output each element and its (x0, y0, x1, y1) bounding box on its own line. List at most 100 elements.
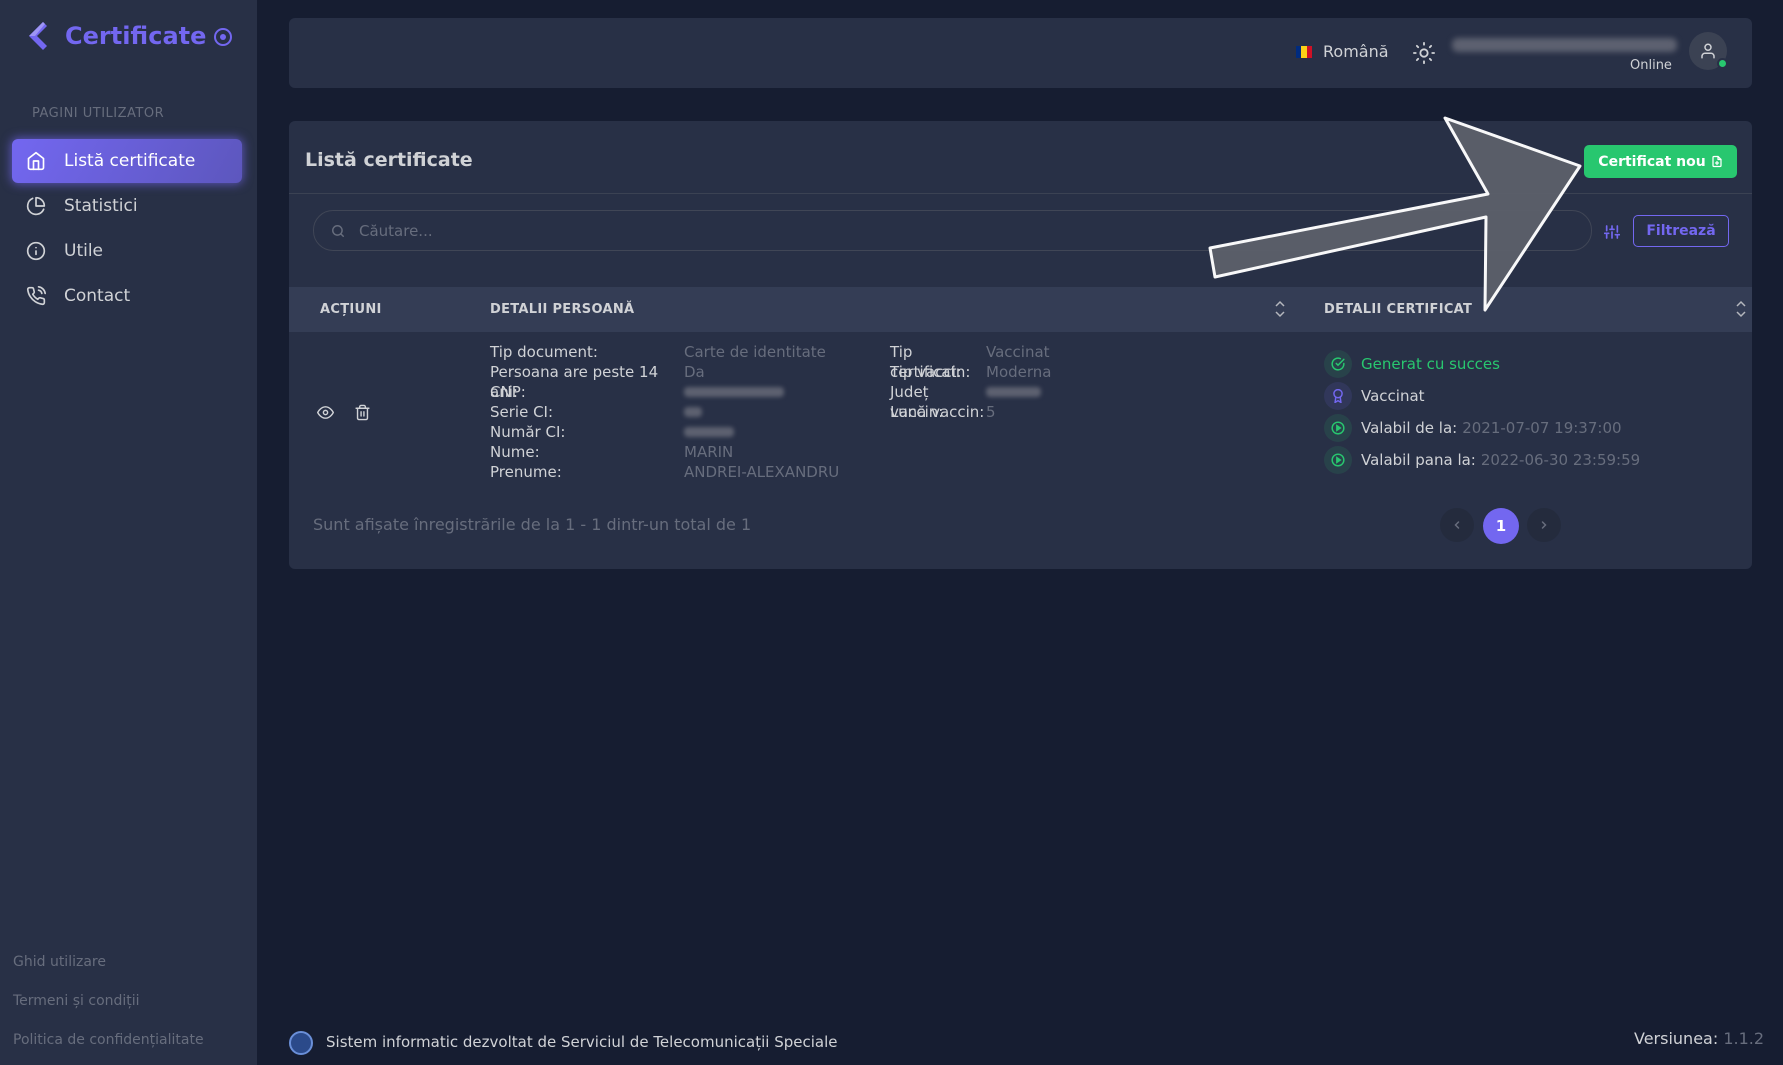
detail-label: CNP: (490, 383, 526, 401)
person-detail-row: Prenume: ANDREI-ALEXANDRU (490, 462, 839, 482)
annotation-arrow-icon (1208, 116, 1582, 312)
language-label: Română (1323, 42, 1389, 61)
person-detail-row: Serie CI: (490, 402, 839, 422)
sidebar-collapse-toggle-icon[interactable] (214, 28, 232, 46)
info-icon (26, 241, 46, 261)
chevron-left-icon (1454, 521, 1460, 529)
view-button[interactable] (316, 404, 335, 425)
sidebar-item-statistici[interactable]: Statistici (12, 184, 242, 228)
detail-value: Vaccinat (986, 343, 1050, 361)
status-generated: Generat cu succes (1324, 350, 1500, 378)
sts-logo-icon (289, 1031, 313, 1055)
number-redacted (684, 427, 734, 437)
person-detail-row: Număr CI: (490, 422, 839, 442)
sliders-icon[interactable] (1604, 224, 1620, 240)
sidebar-item-label: Utile (64, 241, 104, 261)
language-selector[interactable]: Română (1296, 42, 1389, 61)
filter-button[interactable]: Filtrează (1633, 215, 1729, 247)
next-page-button[interactable] (1527, 508, 1561, 542)
award-icon (1324, 382, 1352, 410)
status-value: 2021-07-07 19:37:00 (1462, 419, 1622, 437)
status-label: Valabil pana la: (1361, 451, 1476, 469)
sidebar-item-lista-certificate[interactable]: Listă certificate (12, 139, 242, 183)
user-name-redacted (1452, 38, 1677, 52)
brand[interactable]: Certificate (25, 20, 206, 52)
detail-label: Județ vaccin: (890, 383, 944, 421)
detail-value: Moderna (986, 363, 1052, 381)
detail-value: MARIN (684, 443, 734, 461)
play-circle-icon (1324, 414, 1352, 442)
status-vaccinated: Vaccinat (1324, 382, 1425, 410)
detail-label: Tip vaccin: (890, 363, 971, 381)
row-actions (316, 404, 391, 425)
person-detail-row: Nume: MARIN (490, 442, 839, 462)
sidebar-item-contact[interactable]: Contact (12, 274, 242, 318)
serie-redacted (684, 407, 702, 417)
cnp-redacted (684, 387, 784, 397)
sort-icon[interactable] (1736, 300, 1746, 318)
delete-button[interactable] (354, 404, 371, 425)
vaccine-details: Tip certificat: Vaccinat Tip vaccin: Moder… (890, 342, 1051, 422)
detail-label: Număr CI: (490, 423, 566, 441)
sidebar-section-title: PAGINI UTILIZATOR (32, 106, 165, 121)
phone-icon (26, 286, 46, 306)
user-status: Online (1630, 58, 1672, 73)
pie-chart-icon (26, 196, 46, 216)
home-icon (27, 151, 45, 171)
person-details: Tip document: Carte de identitate Persoan… (490, 342, 839, 482)
privacy-link[interactable]: Politica de confidențialitate (13, 1032, 204, 1048)
new-certificate-button[interactable]: Certificat nou (1584, 145, 1737, 178)
detail-label: Nume: (490, 443, 540, 461)
sidebar: Certificate PAGINI UTILIZATOR Listă cert… (0, 0, 257, 1065)
page-button-1[interactable]: 1 (1483, 508, 1519, 544)
detail-value: 5 (986, 403, 996, 421)
play-circle-icon (1324, 446, 1352, 474)
sidebar-item-utile[interactable]: Utile (12, 229, 242, 273)
sidebar-item-label: Statistici (64, 196, 138, 216)
person-detail-row: Persoana are peste 14 ani: Da (490, 362, 839, 401)
sidebar-item-label: Contact (64, 286, 131, 306)
pagination-info: Sunt afișate înregistrările de la 1 - 1 … (313, 515, 752, 534)
footer-text: Sistem informatic dezvoltat de Serviciul… (326, 1033, 838, 1051)
vaccine-detail-row: Tip certificat: Vaccinat (890, 342, 1051, 381)
status-label: Generat cu succes (1361, 355, 1500, 373)
detail-label: Prenume: (490, 463, 562, 481)
new-certificate-label: Certificat nou (1598, 153, 1706, 170)
top-navbar: Română Online (289, 18, 1752, 88)
status-value: 2022-06-30 23:59:59 (1480, 451, 1641, 469)
detail-label: Lună vaccin: (890, 403, 985, 421)
online-status-dot (1717, 58, 1728, 69)
brand-name: Certificate (65, 22, 207, 50)
prev-page-button[interactable] (1440, 508, 1474, 542)
check-circle-icon (1324, 350, 1352, 378)
detail-label: Tip document: (490, 343, 598, 361)
user-icon (1701, 43, 1715, 59)
guide-link[interactable]: Ghid utilizare (13, 954, 106, 970)
detail-label: Tip certificat: (890, 343, 962, 381)
status-valid-from: Valabil de la: 2021-07-07 19:37:00 (1324, 414, 1622, 442)
vaccine-detail-row: Lună vaccin: 5 (890, 402, 1051, 422)
column-header-person-details[interactable]: Detalii persoană (490, 302, 634, 317)
status-label: Vaccinat (1361, 387, 1425, 405)
sun-icon[interactable] (1413, 42, 1435, 64)
status-valid-until: Valabil pana la: 2022-06-30 23:59:59 (1324, 446, 1640, 474)
sidebar-item-label: Listă certificate (64, 151, 196, 171)
version-info: Versiunea: 1.1.2 (1634, 1029, 1764, 1048)
terms-link[interactable]: Termeni și condiții (13, 993, 140, 1009)
detail-value: Da (684, 363, 705, 381)
detail-value: Carte de identitate (684, 343, 826, 361)
trash-icon (355, 404, 370, 421)
avatar[interactable] (1689, 32, 1728, 70)
detail-label: Serie CI: (490, 403, 554, 421)
brand-logo-icon (29, 22, 47, 50)
version-value: 1.1.2 (1723, 1029, 1765, 1048)
vaccine-detail-row: Tip vaccin: Moderna (890, 362, 1051, 382)
person-detail-row: Tip document: Carte de identitate (490, 342, 839, 362)
person-detail-row: CNP: (490, 382, 839, 402)
vaccine-detail-row: Județ vaccin: (890, 382, 1051, 421)
version-label: Versiunea: (1634, 1029, 1719, 1048)
detail-value: ANDREI-ALEXANDRU (684, 463, 840, 481)
detail-label: Persoana are peste 14 ani: (490, 363, 659, 401)
file-plus-icon (1712, 155, 1722, 168)
page-title: Listă certificate (305, 149, 473, 171)
